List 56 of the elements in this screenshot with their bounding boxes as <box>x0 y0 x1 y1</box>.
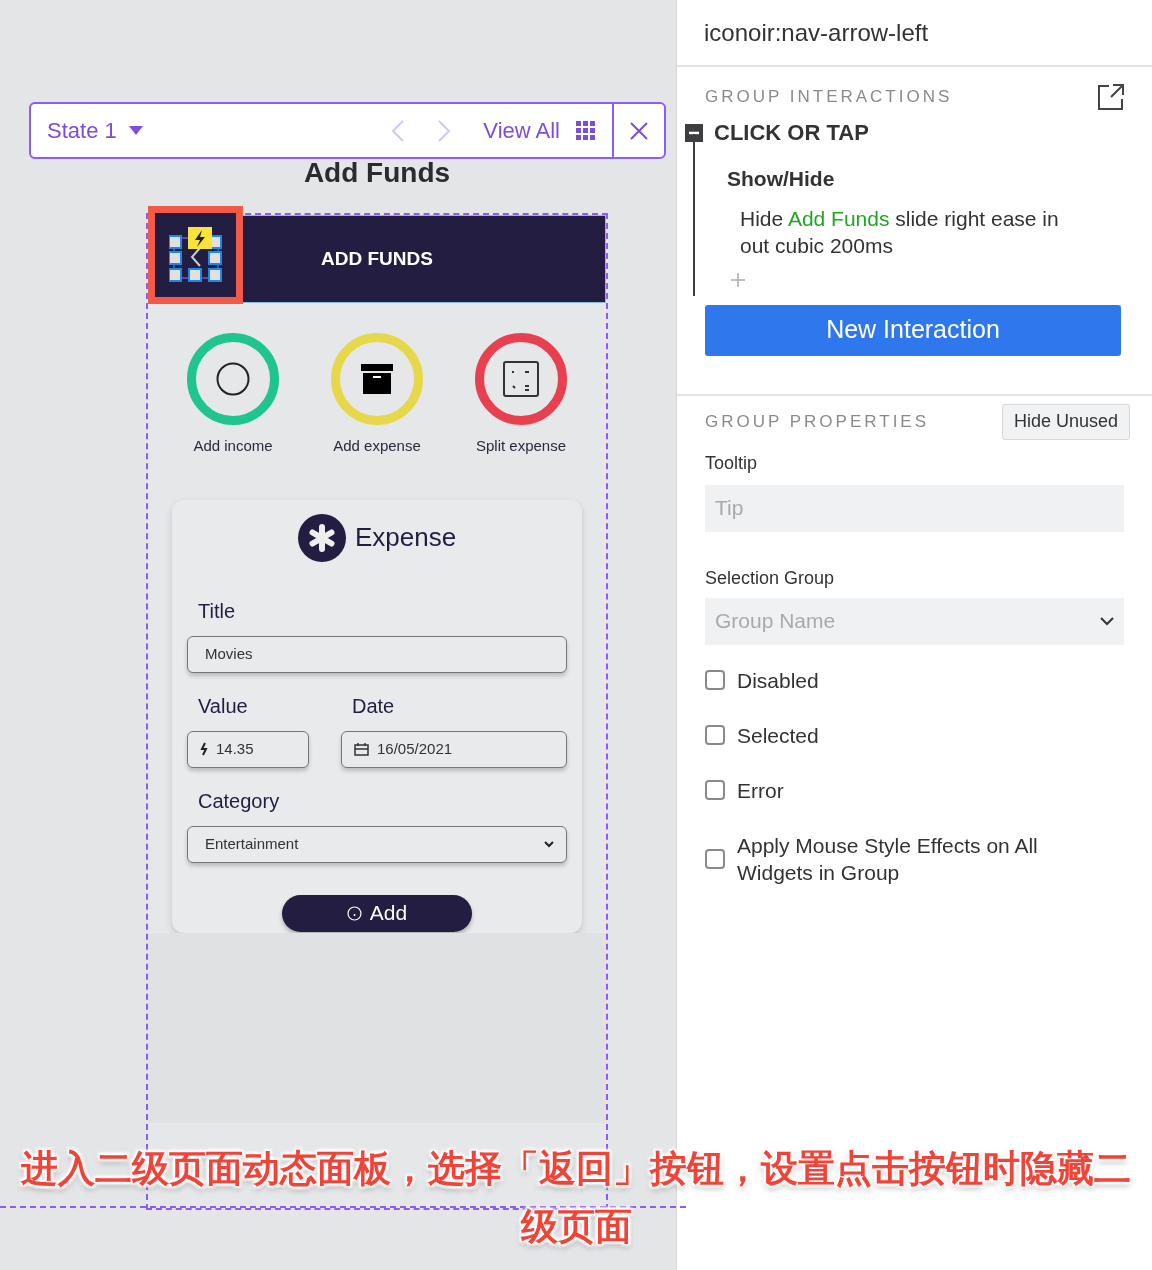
event-label: CLICK OR TAP <box>714 119 869 147</box>
checkbox[interactable] <box>705 780 725 800</box>
state-dropdown[interactable]: State 1 <box>47 114 143 147</box>
minus-icon <box>689 130 699 135</box>
section-heading: GROUP PROPERTIES <box>705 410 930 433</box>
collapse-toggle[interactable] <box>685 123 703 142</box>
category-select[interactable]: Entertainment <box>187 825 567 863</box>
field-label: Category <box>197 788 281 814</box>
chevron-down-icon <box>1100 616 1114 626</box>
external-link-icon[interactable] <box>1098 84 1124 110</box>
action-heading: Show/Hide <box>727 166 836 192</box>
action-description: Hide Add Funds slide right ease in out cubic 200ms <box>740 205 1060 259</box>
field-label: Title <box>197 598 237 624</box>
new-interaction-button[interactable]: New Interaction <box>705 304 1121 356</box>
action-button[interactable]: Add income <box>178 333 288 458</box>
field-label: Value <box>197 693 249 719</box>
close-icon <box>630 121 648 140</box>
tooltip-field[interactable]: Tip <box>705 484 1124 532</box>
caret-icon <box>128 126 143 135</box>
grid-icon <box>576 120 596 141</box>
checkbox-label: Selected <box>737 722 820 749</box>
checkbox[interactable] <box>705 670 725 690</box>
currency-icon <box>200 742 208 756</box>
action-button[interactable]: Split expense <box>466 333 576 458</box>
split-frame-icon <box>503 361 539 397</box>
checkbox[interactable] <box>705 725 725 745</box>
section-heading: GROUP INTERACTIONS <box>705 86 953 109</box>
view-all-button[interactable]: View All <box>483 114 596 147</box>
caption-text: 进入二级页面动态面板，选择「返回」按钮，设置点击按钮时隐藏二 <box>21 1147 1131 1191</box>
canvas-title: Add Funds <box>302 156 452 190</box>
caption-text: 级页面 <box>520 1205 632 1249</box>
add-button[interactable]: Add <box>282 894 472 932</box>
hide-unused-button[interactable]: Hide Unused <box>1001 403 1130 440</box>
checkbox-label: Error <box>737 777 785 804</box>
field-label: Selection Group <box>705 566 836 590</box>
field-label: Tooltip <box>705 451 759 475</box>
checkbox-label: Disabled <box>737 667 820 694</box>
checkbox[interactable] <box>705 848 725 869</box>
plus-circle-icon <box>346 905 362 921</box>
value-field[interactable]: 14.35 <box>187 730 309 768</box>
element-name: iconoir:nav-arrow-left <box>704 17 929 48</box>
archive-box-icon <box>361 364 393 394</box>
date-field[interactable]: 16/05/2021 <box>341 730 567 768</box>
field-label: Date <box>351 693 396 719</box>
selected-widget-icon <box>168 226 223 284</box>
header-title: ADD FUNDS <box>321 246 433 271</box>
action-button[interactable]: Add expense <box>322 333 432 458</box>
form-heading: Expense <box>354 521 457 554</box>
checkbox-label: Apply Mouse Style Effects on All Widgets in Group <box>737 832 1039 886</box>
chevron-down-icon <box>544 840 554 848</box>
circle-icon <box>216 362 250 396</box>
title-field[interactable]: Movies <box>187 635 567 673</box>
add-icon[interactable] <box>731 272 745 287</box>
calendar-icon <box>354 742 369 756</box>
back-button[interactable] <box>148 206 243 304</box>
asterisk-icon <box>297 513 346 562</box>
